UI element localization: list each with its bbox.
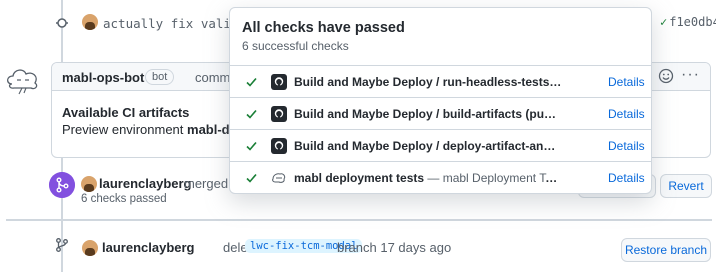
comment-line: Preview environment mabl-dev:	[62, 121, 248, 138]
commit-sha-text[interactable]: f1e0db4	[669, 15, 716, 29]
check-icon	[246, 77, 257, 87]
check-name: Build and Maybe Deploy / build-artifacts…	[294, 107, 562, 121]
bot-badge: bot	[145, 69, 175, 85]
merge-icon	[49, 172, 75, 198]
check-name-text: mabl deployment tests	[294, 171, 425, 185]
check-row: Build and Maybe Deploy / run-headless-te…	[230, 66, 651, 98]
comment-author[interactable]: mabl-ops-bot	[62, 70, 144, 85]
github-icon	[271, 138, 287, 154]
github-icon	[271, 74, 287, 90]
mabl-icon	[272, 173, 286, 183]
comment-body: Available CI artifacts Preview environme…	[62, 104, 248, 138]
avatar[interactable]	[81, 176, 97, 192]
checks-popover: All checks have passed 6 successful chec…	[229, 7, 652, 194]
check-icon	[246, 141, 257, 151]
checks-subtitle: 6 successful checks	[242, 39, 349, 53]
check-icon	[246, 109, 257, 119]
check-details-link[interactable]: Details	[608, 139, 645, 153]
kebab-menu-icon[interactable]: ···	[681, 66, 700, 84]
check-name: mabl deployment tests — mabl Deployment …	[294, 171, 562, 185]
git-branch-icon	[56, 238, 68, 252]
comment-line-prefix: Preview environment	[62, 122, 184, 137]
comment-heading: Available CI artifacts	[62, 105, 190, 120]
github-icon	[271, 106, 287, 122]
timeline-divider	[6, 219, 712, 221]
deleted-author[interactable]: laurenclayberg	[102, 240, 195, 255]
commit-icon	[56, 18, 68, 28]
check-row: Build and Maybe Deploy / deploy-artifact…	[230, 130, 651, 162]
check-row: Build and Maybe Deploy / build-artifacts…	[230, 98, 651, 130]
checks-title: All checks have passed	[242, 20, 405, 36]
avatar[interactable]	[82, 240, 98, 256]
checks-popover-header: All checks have passed 6 successful chec…	[230, 8, 651, 66]
avatar[interactable]	[82, 14, 98, 30]
check-details-link[interactable]: Details	[608, 75, 645, 89]
check-description: — mabl Deployment Test ...	[424, 171, 562, 185]
check-row: mabl deployment tests — mabl Deployment …	[230, 162, 651, 193]
deleted-time: branch 17 days ago	[337, 240, 452, 255]
check-icon	[246, 173, 257, 183]
restore-branch-button[interactable]: Restore branch	[621, 238, 711, 262]
check-icon: ✓	[660, 15, 668, 29]
bot-avatar[interactable]	[4, 64, 42, 96]
check-details-link[interactable]: Details	[608, 171, 645, 185]
commit-sha[interactable]: ✓ f1e0db4	[660, 15, 716, 29]
check-details-link[interactable]: Details	[608, 107, 645, 121]
revert-button[interactable]: Revert	[660, 174, 712, 198]
check-name: Build and Maybe Deploy / deploy-artifact…	[294, 139, 562, 153]
check-name: Build and Maybe Deploy / run-headless-te…	[294, 75, 562, 89]
checks-passed-text: 6 checks passed	[81, 193, 167, 205]
smiley-icon[interactable]	[658, 68, 674, 84]
merge-author[interactable]: laurenclayberg	[99, 176, 192, 191]
